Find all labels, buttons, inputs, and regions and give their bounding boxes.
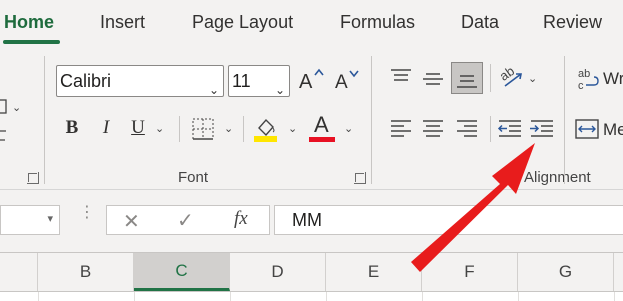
red-arrow-icon — [411, 143, 535, 272]
annotation-arrow — [411, 143, 535, 272]
